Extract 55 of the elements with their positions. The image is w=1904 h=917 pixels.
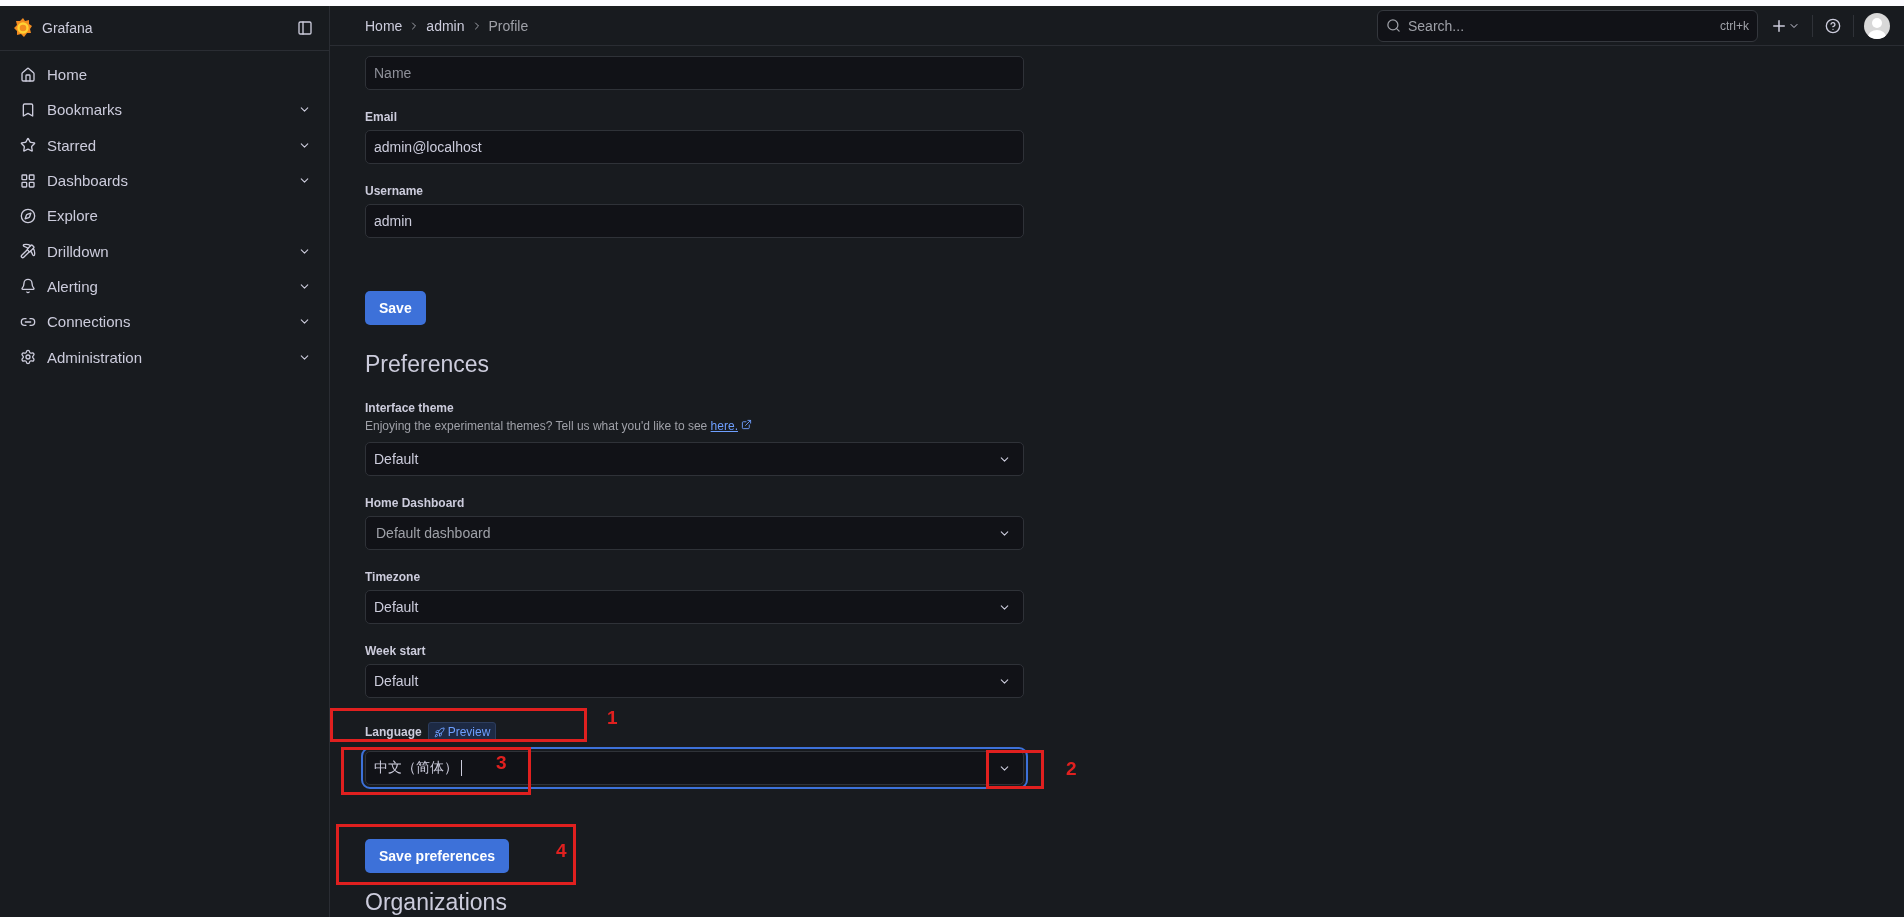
field-label: Home Dashboard: [365, 495, 466, 512]
grafana-logo-icon: [13, 17, 33, 39]
nav-item[interactable]: Connections: [0, 304, 329, 340]
nav-item[interactable]: Alerting: [0, 268, 329, 305]
nav-item[interactable]: Dashboards: [0, 162, 329, 199]
grid-icon: [20, 172, 36, 189]
text-field[interactable]: admin: [365, 204, 1024, 238]
star-icon: [20, 137, 36, 154]
bell-icon: [20, 278, 36, 295]
field-label: Timezone: [365, 569, 422, 586]
annotation-frame: [986, 750, 1044, 789]
text-cursor: [461, 760, 462, 776]
field-label: Week start: [365, 643, 427, 660]
save-preferences-button[interactable]: Save preferences: [365, 839, 509, 873]
field-label: Email: [365, 109, 398, 126]
annotation-number: 3: [496, 752, 507, 774]
dropdown-select[interactable]: Default dashboard: [365, 516, 1024, 550]
annotation-number: 2: [1066, 758, 1077, 780]
pickaxe-icon: [20, 243, 36, 260]
nav-item[interactable]: Drilldown: [0, 233, 329, 269]
field-label: Interface theme: [365, 400, 455, 417]
breadcrumb-link[interactable]: admin: [426, 17, 465, 34]
field-label: Username: [365, 183, 425, 200]
annotation-number: 1: [607, 707, 618, 729]
dropdown-select[interactable]: Default: [365, 664, 1024, 698]
field-description: Enjoying the experimental themes? Tell us what you'd like to see here.: [365, 417, 1024, 435]
feedback-link[interactable]: here.: [710, 419, 738, 433]
nav-item[interactable]: Explore: [0, 198, 329, 234]
field-label: Language: [365, 724, 422, 741]
breadcrumb-link[interactable]: Home: [365, 17, 403, 34]
text-field[interactable]: admin@localhost: [365, 130, 1024, 164]
name-field[interactable]: Name: [365, 56, 1024, 90]
dropdown-select[interactable]: Default: [365, 590, 1024, 624]
breadcrumb-link[interactable]: Profile: [488, 17, 529, 34]
save-button[interactable]: Save: [365, 291, 426, 325]
bookmark-icon: [20, 101, 36, 118]
home-icon: [20, 66, 36, 83]
dock-menu-icon[interactable]: [297, 20, 313, 36]
nav-item[interactable]: Home: [0, 57, 329, 93]
preview-badge: Preview: [427, 722, 497, 742]
theme-select[interactable]: Default: [365, 442, 1024, 476]
brand-name: Grafana: [42, 20, 94, 36]
nav-item[interactable]: Bookmarks: [0, 92, 329, 128]
search-icon: [1386, 17, 1401, 33]
select-value: 中文（简体）: [374, 759, 458, 777]
compass-icon: [20, 207, 36, 224]
settings-icon: [20, 349, 36, 365]
section-title: Preferences: [365, 350, 490, 379]
user-avatar[interactable]: [1864, 12, 1890, 39]
annotation-number: 4: [556, 840, 567, 862]
shortcut-hint: ctrl+k: [1720, 18, 1749, 33]
section-title: Organizations: [365, 888, 508, 917]
nav-item[interactable]: Administration: [0, 339, 329, 375]
nav-item[interactable]: Starred: [0, 127, 329, 163]
external-link-icon: [741, 419, 753, 430]
